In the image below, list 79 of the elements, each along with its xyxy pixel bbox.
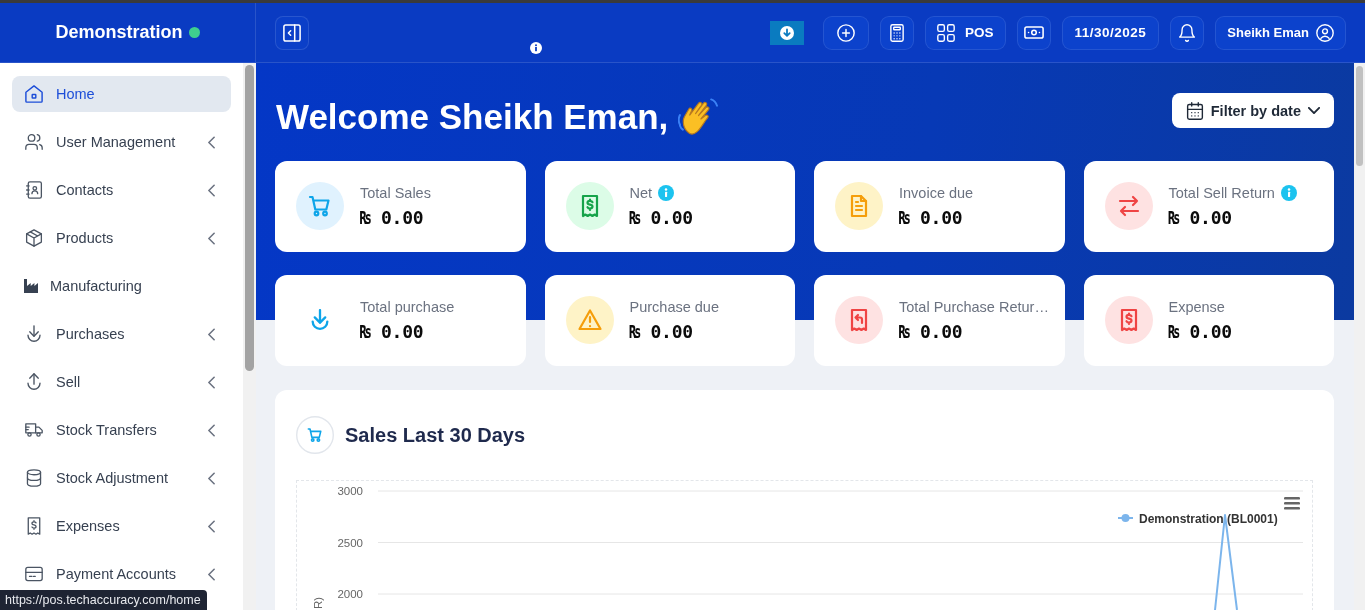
- sidebar-item[interactable]: Stock Transfers: [12, 412, 231, 448]
- sidebar-item[interactable]: Home: [12, 76, 231, 112]
- scrollbar-thumb[interactable]: [245, 65, 254, 371]
- calculator-button[interactable]: [880, 15, 914, 50]
- receipt-icon: [565, 182, 614, 230]
- card-value: ₨ 0.00: [360, 320, 425, 344]
- sidebar-item[interactable]: Contacts: [12, 172, 231, 208]
- document-icon: [835, 182, 883, 230]
- link-preview: https://pos.techaccuracy.com/home: [0, 590, 207, 610]
- legend-label[interactable]: Demonstration (BL0001): [1139, 511, 1278, 526]
- chevron-down-icon: [1308, 107, 1320, 114]
- sidebar-item[interactable]: Purchases: [12, 316, 231, 352]
- sidebar-item[interactable]: Expenses: [12, 508, 231, 544]
- sidebar-item[interactable]: Payment Accounts: [12, 556, 231, 592]
- download-button[interactable]: [770, 20, 804, 45]
- card-value: ₨ 0.00: [360, 206, 425, 230]
- credit-card-icon: [25, 565, 43, 583]
- card-value: ₨ 0.00: [629, 320, 694, 344]
- cash-button[interactable]: [1016, 15, 1051, 50]
- card-value: ₨ 0.00: [899, 320, 964, 344]
- bell-icon: [1178, 23, 1197, 42]
- panel-icon: [283, 23, 301, 42]
- card-label: Total Sell Return: [1168, 184, 1275, 203]
- arrow-down-icon: [25, 325, 43, 343]
- date-button[interactable]: 11/30/2025: [1061, 15, 1160, 50]
- chart-title: Sales Last 30 Days: [345, 423, 526, 447]
- receipt-icon: [1104, 296, 1153, 344]
- factory-icon: [24, 279, 38, 293]
- user-circle-icon: [1316, 23, 1334, 42]
- card-label: Net: [629, 184, 653, 203]
- pos-button[interactable]: POS: [925, 15, 1006, 50]
- download-icon: [780, 25, 794, 40]
- sidebar-item[interactable]: Manufacturing: [12, 268, 231, 304]
- card-label: Expense: [1168, 298, 1225, 317]
- menu-icon[interactable]: [1284, 497, 1300, 510]
- card-label: Total Purchase Retur…: [899, 298, 1049, 317]
- calendar-icon: [1185, 101, 1204, 120]
- notifications-button[interactable]: [1170, 15, 1205, 50]
- brand-name: Demonstration: [55, 22, 183, 43]
- card-label: Total Sales: [360, 184, 431, 203]
- cart-icon: [296, 182, 344, 230]
- receipt-return-icon: [835, 296, 883, 344]
- sidebar-item[interactable]: Products: [12, 220, 231, 256]
- add-button[interactable]: [823, 15, 869, 50]
- box-icon: [25, 229, 43, 247]
- filter-by-date-button[interactable]: Filter by date: [1171, 93, 1334, 128]
- card-value: ₨ 0.00: [629, 206, 693, 230]
- house-icon: [25, 85, 43, 103]
- users-icon: [25, 133, 43, 151]
- card-value: ₨ 0.00: [1168, 320, 1232, 344]
- banknote-icon: [1023, 26, 1044, 39]
- sidebar-toggle-button[interactable]: [275, 15, 309, 50]
- welcome-title: Welcome Sheikh Eman,: [276, 96, 669, 138]
- axis-label: 2000: [337, 588, 363, 600]
- plus-circle-icon: [837, 23, 855, 42]
- cart-icon: [296, 416, 334, 454]
- axis-label: 3000: [337, 485, 363, 497]
- waving-hand-icon: [678, 96, 719, 137]
- sidebar-item[interactable]: Sell: [12, 364, 231, 400]
- grid-icon: [937, 23, 955, 42]
- truck-icon: [25, 421, 43, 439]
- sidebar-item[interactable]: Stock Adjustment: [12, 460, 231, 496]
- database-icon: [25, 469, 43, 487]
- card-label: Purchase due: [629, 298, 719, 317]
- warning-icon: [565, 296, 614, 344]
- contact-book-icon: [25, 181, 43, 199]
- card-label: Total purchase: [360, 298, 455, 317]
- user-menu-button[interactable]: Sheikh Eman: [1215, 15, 1346, 50]
- card-value: ₨ 0.00: [899, 206, 964, 230]
- card-label: Invoice due: [899, 184, 974, 203]
- axis-label: 2500: [337, 536, 363, 549]
- calculator-icon: [888, 23, 906, 42]
- info-icon: [530, 42, 542, 54]
- sidebar-item[interactable]: User Management: [12, 124, 231, 160]
- scrollbar-thumb[interactable]: [1356, 66, 1363, 166]
- receipt-icon: [25, 517, 43, 535]
- swap-arrows-icon: [1104, 182, 1153, 230]
- card-value: ₨ 0.00: [1168, 206, 1233, 230]
- axis-title: R): [312, 596, 324, 609]
